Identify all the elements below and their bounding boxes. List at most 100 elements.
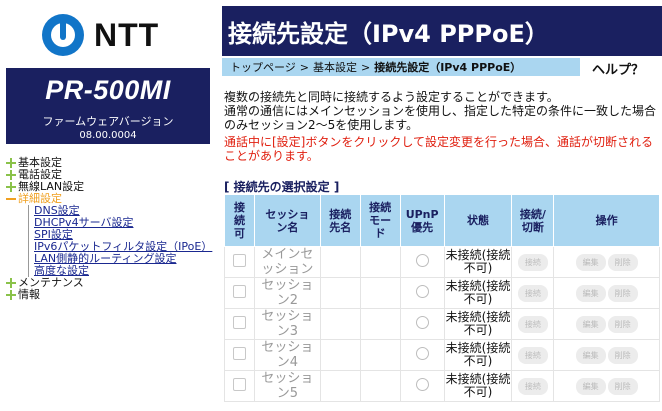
table-header-row: 接続可 セッション名 接続先名 接続モード UPnP優先 状態 接続/切断 操作	[224, 194, 660, 247]
minus-icon	[6, 194, 16, 204]
session-name: セッション2	[261, 278, 314, 308]
product-name: PR-500MI	[45, 75, 171, 105]
enable-cell	[224, 277, 255, 309]
breadcrumb: トップページ > 基本設定 > 接続先設定（IPv4 PPPoE）	[222, 58, 580, 76]
edit-button[interactable]: 編集	[575, 253, 606, 271]
actions-cell: 編集 削除	[553, 246, 660, 278]
mode-cell	[359, 339, 401, 371]
table-row: セッション2 未接続(接続不可) 接続 編集 削除	[224, 277, 660, 309]
session-table: 接続可 セッション名 接続先名 接続モード UPnP優先 状態 接続/切断 操作…	[224, 194, 660, 402]
col-header-enable: 接続可	[224, 194, 255, 247]
status-cell: 未接続(接続不可)	[443, 339, 513, 371]
upnp-cell	[399, 370, 445, 402]
page-title: 接続先設定（IPv4 PPPoE）	[222, 6, 662, 56]
connection-status: 未接続(接続不可)	[445, 279, 511, 306]
edit-button[interactable]: 編集	[575, 377, 606, 395]
connect-button[interactable]: 接続	[517, 253, 548, 271]
table-row: セッション3 未接続(接続不可) 接続 編集 削除	[224, 308, 660, 340]
nav-label: 情報	[18, 288, 40, 301]
delete-button[interactable]: 削除	[607, 377, 638, 395]
connection-status: 未接続(接続不可)	[445, 248, 511, 275]
upnp-cell	[399, 339, 445, 371]
breadcrumb-basic[interactable]: 基本設定	[313, 59, 357, 75]
upnp-cell	[399, 246, 445, 278]
firmware-label: ファームウェアバージョン	[42, 115, 174, 128]
nav-item-info[interactable]: 情報	[6, 289, 214, 301]
warning-text: 通話中に[設定]ボタンをクリックして設定変更を行った場合、通話が切断されることが…	[224, 135, 654, 163]
upnp-radio[interactable]	[415, 254, 429, 267]
col-header-connect: 接続/切断	[511, 194, 555, 247]
plus-icon	[6, 290, 16, 300]
table-row: メインセッション 未接続(接続不可) 接続 編集 削除	[224, 246, 660, 278]
enable-cell	[224, 339, 255, 371]
mode-cell	[359, 246, 401, 278]
enable-cell	[224, 370, 255, 402]
delete-button[interactable]: 削除	[607, 346, 638, 364]
enable-checkbox[interactable]	[232, 285, 246, 298]
actions-cell: 編集 削除	[553, 339, 660, 371]
actions-cell: 編集 削除	[553, 308, 660, 340]
col-header-actions: 操作	[553, 194, 660, 247]
table-row: セッション4 未接続(接続不可) 接続 編集 削除	[224, 339, 660, 371]
connect-cell: 接続	[511, 308, 555, 340]
delete-button[interactable]: 削除	[607, 284, 638, 302]
upnp-radio[interactable]	[415, 316, 429, 329]
enable-cell	[224, 308, 255, 340]
session-name-cell: セッション5	[253, 370, 321, 402]
destination-cell	[319, 246, 361, 278]
enable-checkbox[interactable]	[232, 378, 246, 391]
mode-cell	[359, 308, 401, 340]
delete-button[interactable]: 削除	[607, 315, 638, 333]
connection-status: 未接続(接続不可)	[445, 310, 511, 337]
session-name: セッション4	[261, 340, 314, 370]
delete-button[interactable]: 削除	[607, 253, 638, 271]
edit-button[interactable]: 編集	[575, 284, 606, 302]
table-row: セッション5 未接続(接続不可) 接続 編集 削除	[224, 370, 660, 402]
upnp-radio[interactable]	[415, 285, 429, 298]
destination-cell	[319, 277, 361, 309]
status-cell: 未接続(接続不可)	[443, 308, 513, 340]
breadcrumb-sep: >	[299, 60, 309, 74]
col-header-status: 状態	[443, 194, 513, 247]
main-content: 接続先設定（IPv4 PPPoE） トップページ > 基本設定 > 接続先設定（…	[222, 0, 662, 411]
enable-cell	[224, 246, 255, 278]
destination-cell	[319, 339, 361, 371]
product-info: PR-500MI ファームウェアバージョン 08.00.0004	[6, 68, 210, 144]
session-name-cell: セッション2	[253, 277, 321, 309]
mode-cell	[359, 370, 401, 402]
mode-cell	[359, 277, 401, 309]
connect-button[interactable]: 接続	[517, 315, 548, 333]
status-cell: 未接続(接続不可)	[443, 277, 513, 309]
session-name-cell: セッション4	[253, 339, 321, 371]
side-nav: 基本設定 電話設定 無線LAN設定 詳細設定 DNS設定 DHCPv4サーバ設定…	[6, 157, 214, 301]
enable-checkbox[interactable]	[232, 347, 246, 360]
edit-button[interactable]: 編集	[575, 315, 606, 333]
help-button[interactable]: ヘルプ？	[584, 58, 652, 78]
breadcrumb-current: 接続先設定（IPv4 PPPoE）	[374, 61, 522, 74]
upnp-cell	[399, 308, 445, 340]
plus-icon	[6, 182, 16, 192]
description-line-2: 通常の通信にはメインセッションを使用し、指定した特定の条件に一致した場合のみセッ…	[224, 104, 657, 132]
breadcrumb-top[interactable]: トップページ	[230, 59, 296, 75]
upnp-radio[interactable]	[415, 378, 429, 391]
status-cell: 未接続(接続不可)	[443, 370, 513, 402]
destination-cell	[319, 308, 361, 340]
edit-button[interactable]: 編集	[575, 346, 606, 364]
description: 複数の接続先と同時に接続するよう設定することができます。 通常の通信にはメインセ…	[224, 90, 656, 132]
firmware-version: 08.00.0004	[79, 130, 137, 141]
upnp-radio[interactable]	[415, 347, 429, 360]
actions-cell: 編集 削除	[553, 370, 660, 402]
description-line-1: 複数の接続先と同時に接続するよう設定することができます。	[224, 90, 559, 104]
session-name: セッション3	[261, 309, 314, 339]
sidebar: NTT PR-500MI ファームウェアバージョン 08.00.0004 基本設…	[0, 0, 214, 411]
connect-button[interactable]: 接続	[517, 346, 548, 364]
ntt-logo-mark-icon	[42, 14, 84, 56]
connect-button[interactable]: 接続	[517, 284, 548, 302]
enable-checkbox[interactable]	[232, 254, 246, 267]
plus-icon	[6, 278, 16, 288]
session-name: セッション5	[261, 371, 314, 401]
connect-button[interactable]: 接続	[517, 377, 548, 395]
enable-checkbox[interactable]	[232, 316, 246, 329]
page: NTT PR-500MI ファームウェアバージョン 08.00.0004 基本設…	[0, 0, 662, 411]
session-name-cell: セッション3	[253, 308, 321, 340]
